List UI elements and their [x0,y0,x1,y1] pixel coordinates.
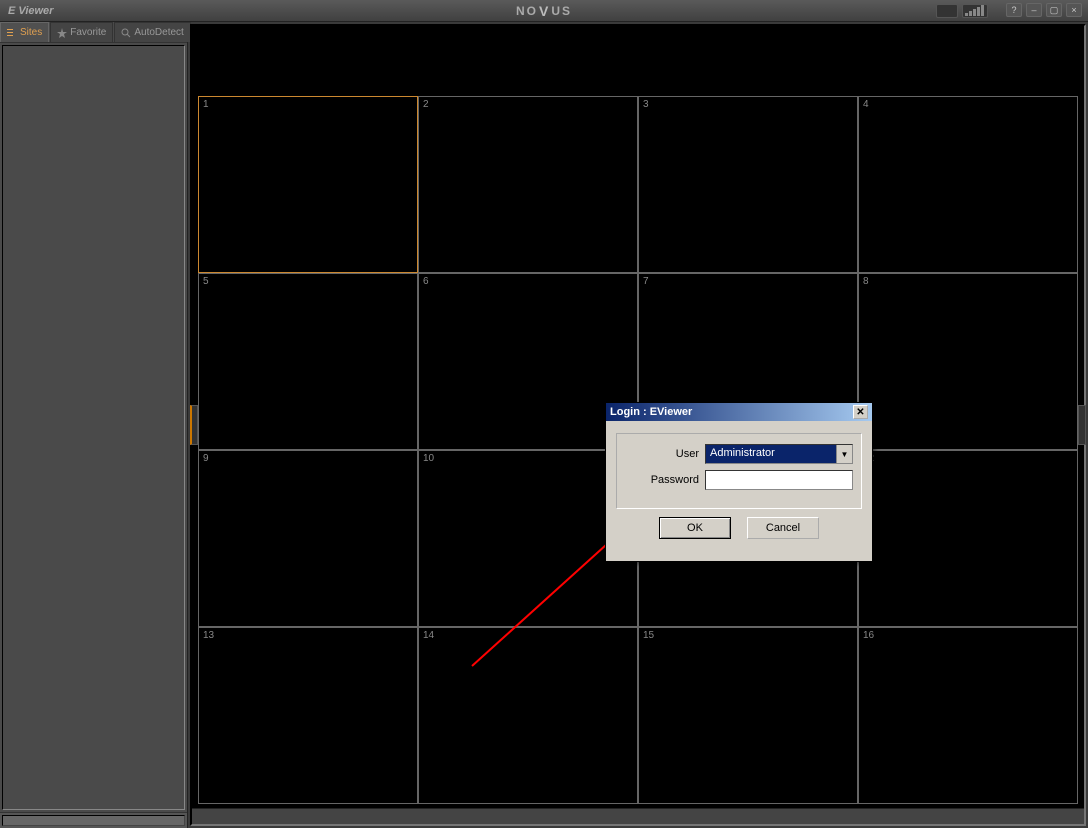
status-indicators [936,4,988,18]
tab-autodetect[interactable]: AutoDetect [114,22,190,42]
tab-favorite-label: Favorite [70,27,106,38]
close-button[interactable]: × [1066,3,1082,17]
dialog-form-panel: User Administrator ▼ Password [616,433,862,509]
app-title: E Viewer [8,5,53,17]
favorite-icon [57,28,67,38]
user-label: User [625,448,705,460]
login-dialog: Login : EViewer ✕ User Administrator ▼ [605,402,873,562]
camera-cell-5[interactable]: 5 [198,273,418,450]
password-label: Password [625,474,705,486]
window-controls: ? – ▢ × [1006,3,1082,17]
minimize-button[interactable]: – [1026,3,1042,17]
password-row: Password [625,470,853,490]
camera-cell-1[interactable]: 1 [198,96,418,273]
camera-number: 1 [203,99,209,110]
brand-logo: NO V US [516,3,572,19]
ok-button[interactable]: OK [659,517,731,539]
tab-sites-label: Sites [20,27,42,38]
camera-number: 13 [203,630,214,641]
user-combobox[interactable]: Administrator ▼ [705,444,853,464]
user-row: User Administrator ▼ [625,444,853,464]
chevron-down-icon[interactable]: ▼ [836,445,852,463]
camera-number: 7 [643,276,649,287]
camera-cell-13[interactable]: 13 [198,627,418,804]
camera-number: 6 [423,276,429,287]
camera-number: 10 [423,453,434,464]
sidebar-tabs: Sites Favorite AutoDetect [0,22,187,43]
camera-cell-8[interactable]: 8 [858,273,1078,450]
camera-number: 2 [423,99,429,110]
titlebar: E Viewer NO V US ? – ▢ × [0,0,1088,22]
password-input[interactable] [705,470,853,490]
camera-number: 9 [203,453,209,464]
camera-number: 8 [863,276,869,287]
tab-favorite[interactable]: Favorite [50,22,113,42]
camera-number: 4 [863,99,869,110]
camera-number: 14 [423,630,434,641]
camera-cell-9[interactable]: 9 [198,450,418,627]
signal-icon [962,4,988,18]
tab-sites[interactable]: Sites [0,22,49,42]
camera-cell-3[interactable]: 3 [638,96,858,273]
sidebar: Sites Favorite AutoDetect [0,22,188,828]
dialog-button-row: OK Cancel [616,509,862,549]
dialog-close-button[interactable]: ✕ [853,405,868,419]
help-button[interactable]: ? [1006,3,1022,17]
camera-number: 16 [863,630,874,641]
camera-number: 3 [643,99,649,110]
camera-number: 15 [643,630,654,641]
camera-cell-12[interactable]: 12 [858,450,1078,627]
dialog-title-text: Login : EViewer [610,406,692,418]
right-panel-handle[interactable] [1078,405,1086,445]
sidebar-hscroll[interactable] [0,812,187,828]
dialog-titlebar[interactable]: Login : EViewer ✕ [606,403,872,421]
sites-icon [7,28,17,38]
sidebar-body [2,45,185,810]
viewer-bottom-bar [192,808,1084,824]
indicator-1 [936,4,958,18]
viewer-panel: 12345678910111213141516 Login : EViewer … [190,24,1086,826]
maximize-button[interactable]: ▢ [1046,3,1062,17]
user-selected-value: Administrator [706,445,836,463]
camera-cell-2[interactable]: 2 [418,96,638,273]
tab-autodetect-label: AutoDetect [134,27,183,38]
camera-number: 5 [203,276,209,287]
camera-cell-14[interactable]: 14 [418,627,638,804]
dialog-body: User Administrator ▼ Password [606,421,872,561]
autodetect-icon [121,28,131,38]
sidebar-collapse-handle[interactable] [190,405,198,445]
main-area: Sites Favorite AutoDetect 12345678910111… [0,22,1088,828]
cancel-button[interactable]: Cancel [747,517,819,539]
camera-cell-15[interactable]: 15 [638,627,858,804]
camera-cell-4[interactable]: 4 [858,96,1078,273]
camera-cell-16[interactable]: 16 [858,627,1078,804]
scrollbar-track[interactable] [2,815,185,826]
